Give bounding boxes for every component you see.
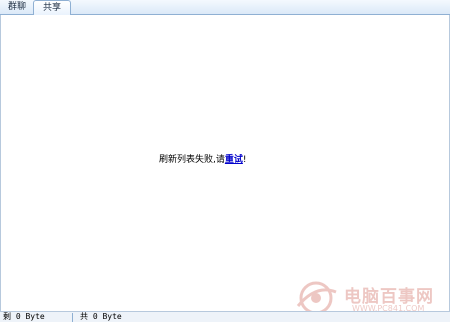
message-suffix: !: [242, 155, 247, 165]
retry-link[interactable]: 重试: [225, 155, 243, 165]
share-panel-window: 群聊 共享 刷新列表失败,请重试! 电脑百事网 WWW.PC841.COM 剩 …: [0, 0, 450, 322]
message-text: 刷新列表失败,请: [159, 155, 225, 165]
status-bar: 剩 0 Byte 共 0 Byte: [0, 311, 450, 322]
remaining-size: 剩 0 Byte: [3, 312, 45, 321]
tab-group-chat[interactable]: 群聊: [2, 0, 32, 15]
status-separator: [72, 313, 73, 322]
total-size: 共 0 Byte: [80, 312, 122, 321]
refresh-failed-message: 刷新列表失败,请重试!: [159, 154, 247, 166]
tab-share[interactable]: 共享: [33, 0, 71, 16]
share-content-area: 刷新列表失败,请重试!: [0, 15, 450, 311]
tab-bar: 群聊 共享: [0, 0, 450, 16]
